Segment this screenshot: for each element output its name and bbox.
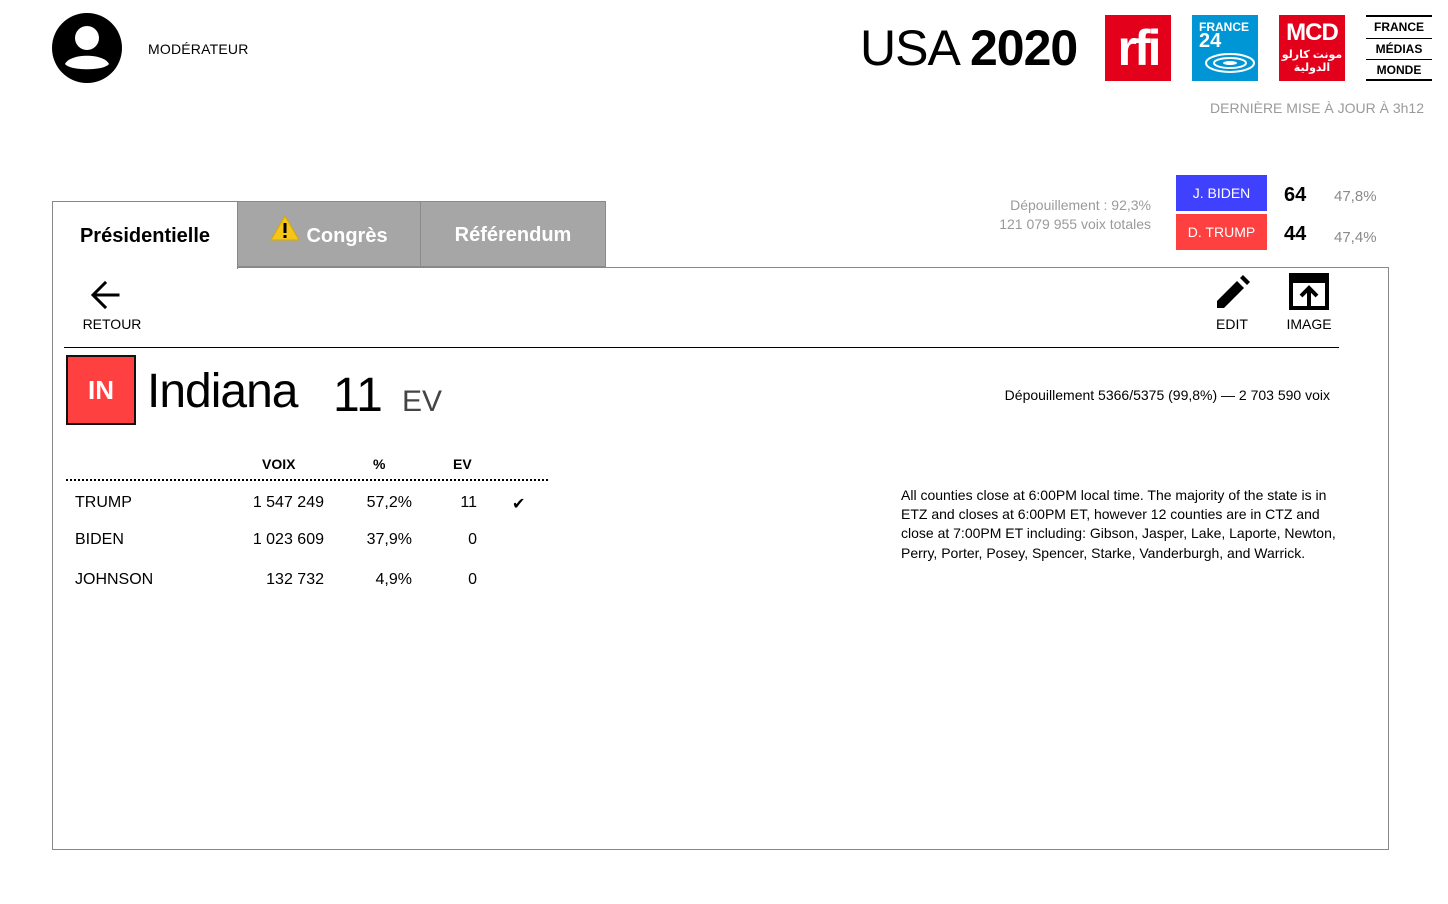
mcd-logo: MCD مونت كارلو الدولية [1279,15,1345,81]
candidate-pct-biden: 47,8% [1334,188,1377,205]
table-header-divider [66,479,548,481]
state-note: All counties close at 6:00PM local time.… [901,487,1336,561]
warning-icon [270,201,301,269]
row-votes: 1 023 609 [252,531,324,548]
rfi-logo: rfi [1105,15,1171,81]
row-candidate-name: TRUMP [75,494,132,511]
candidate-badge-trump: D. TRUMP [1176,214,1267,250]
toolbar-separator [64,347,1339,348]
state-depouillement: Dépouillement 5366/5375 (99,8%) — 2 703 … [1004,387,1330,403]
state-ev-count: 11 [333,369,383,422]
column-header-ev: EV [453,456,472,472]
state-ev-unit: EV [402,385,443,418]
row-candidate-name: JOHNSON [75,571,154,588]
candidate-pct-trump: 47,4% [1334,229,1377,246]
row-pct: 57,2% [366,494,412,511]
app-title: USA 2020 [860,20,1078,76]
row-ev: 11 [460,494,477,511]
candidate-ev-trump: 44 [1284,223,1307,245]
back-label: RETOUR [82,316,142,332]
app-title-country: USA [860,20,958,76]
image-export-button[interactable]: IMAGE [1280,272,1338,336]
fmm-logo-line: FRANCE [1366,17,1432,39]
row-ev: 0 [468,571,477,588]
app-title-year: 2020 [969,20,1078,76]
mcd-logo-line1: MCD [1286,19,1339,46]
fmm-logo-line: MONDE [1376,63,1422,77]
row-candidate-name: BIDEN [75,531,124,548]
row-pct: 4,9% [375,571,412,588]
candidate-badge-biden: J. BIDEN [1176,175,1267,211]
national-depouillement: Dépouillement : 92,3% 121 079 955 voix t… [999,196,1151,234]
tab-presidentielle-label: Présidentielle [79,225,211,247]
tab-congres-label: Congrès [306,225,388,247]
export-image-icon [1289,273,1329,310]
state-code-badge: IN [66,355,136,425]
user-role: MODÉRATEUR [148,41,249,57]
row-votes: 1 547 249 [252,494,324,511]
fmm-logo-line: MÉDIAS [1366,39,1432,60]
back-button[interactable]: RETOUR [78,276,146,336]
row-pct: 37,9% [366,531,412,548]
column-header-votes: VOIX [262,456,296,472]
row-votes: 132 732 [266,571,324,588]
mcd-logo-line2: مونت كارلو [1281,49,1343,61]
edit-label: EDIT [1216,316,1248,332]
column-header-pct: % [373,456,386,472]
winner-check-icon: ✔ [512,496,526,513]
image-label: IMAGE [1286,316,1332,332]
candidate-ev-biden: 64 [1284,184,1307,206]
mcd-logo-arabic: مونت كارلو الدولية [1279,49,1345,75]
user-avatar-icon[interactable] [52,13,122,83]
france-medias-monde-logo: FRANCE MÉDIAS MONDE [1366,15,1432,81]
edit-button[interactable]: EDIT [1206,272,1258,336]
tab-referendum-label: Référendum [454,224,572,246]
france24-logo-line2: 24 [1199,30,1222,52]
tab-referendum[interactable]: Référendum [420,201,606,267]
tab-presidentielle[interactable]: Présidentielle [52,201,238,269]
tab-congres[interactable]: Congrès [237,201,421,267]
national-depouillement-pct: Dépouillement : 92,3% [1010,197,1151,213]
state-name: Indiana [147,365,298,418]
arrow-left-icon [90,280,120,310]
france24-logo: FRANCE 24 [1192,15,1258,81]
last-update: DERNIÈRE MISE À JOUR À 3h12 [1210,100,1424,116]
mcd-logo-line3: الدولية [1293,62,1331,74]
row-ev: 0 [468,531,477,548]
national-total-votes: 121 079 955 voix totales [999,216,1151,232]
pencil-icon [1217,275,1250,308]
